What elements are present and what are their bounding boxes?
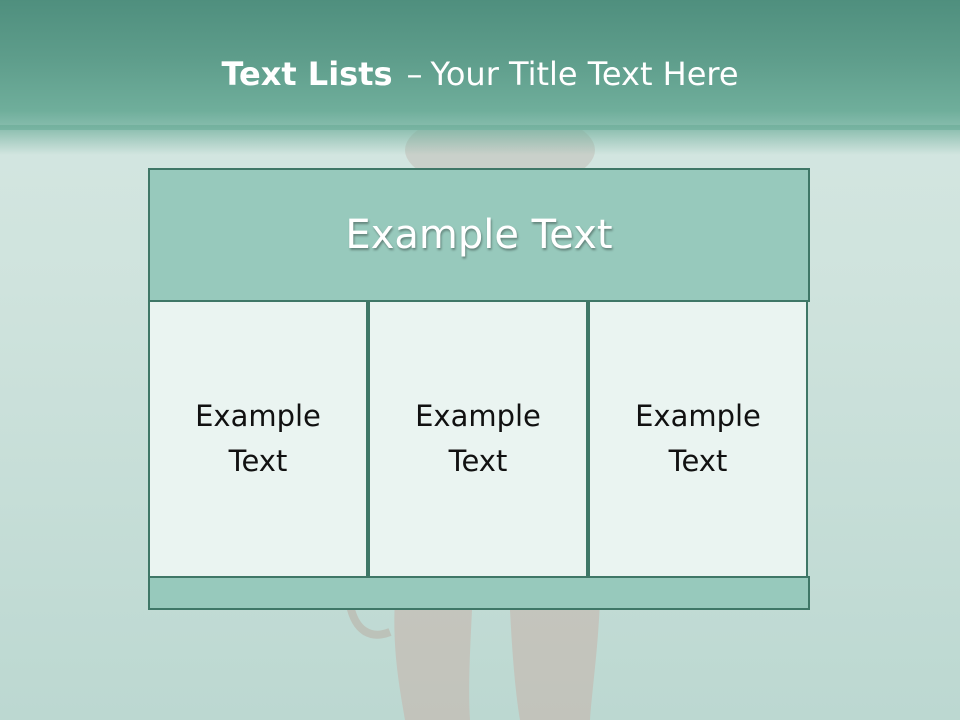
slide-title: Text Lists – Your Title Text Here xyxy=(0,50,960,98)
slide-title-dash: – xyxy=(406,55,423,93)
diagram-column-2: Example Text xyxy=(368,300,588,578)
diagram-column-3-text: Example Text xyxy=(635,399,761,478)
diagram-header-box: Example Text xyxy=(148,168,810,302)
slide-title-bold: Text Lists xyxy=(221,55,393,93)
text-list-diagram: Example Text Example Text Example Text E… xyxy=(148,168,810,610)
title-bar-fade xyxy=(0,125,960,155)
diagram-footer-bar xyxy=(148,576,810,610)
diagram-column-1: Example Text xyxy=(148,300,368,578)
diagram-column-2-text: Example Text xyxy=(415,399,541,478)
diagram-column-3: Example Text xyxy=(588,300,808,578)
diagram-header-text: Example Text xyxy=(345,212,613,258)
slide-title-rest: Your Title Text Here xyxy=(430,55,739,93)
diagram-column-1-text: Example Text xyxy=(195,399,321,478)
slide: Text Lists – Your Title Text Here Example … xyxy=(0,0,960,720)
